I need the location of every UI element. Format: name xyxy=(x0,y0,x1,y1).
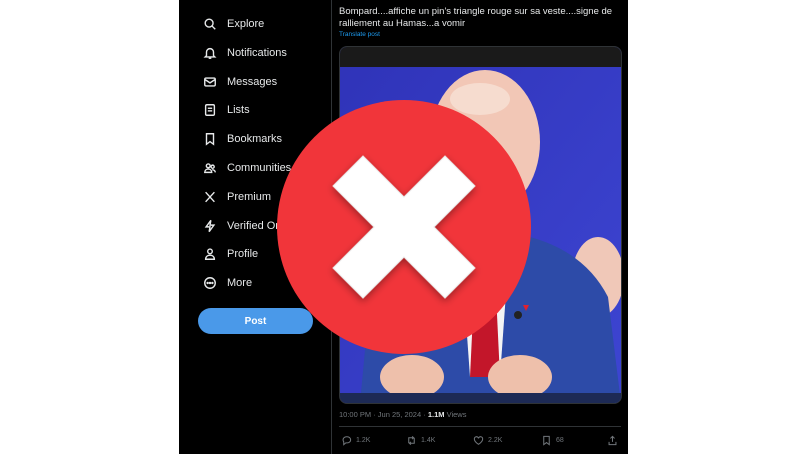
sidebar-item-label: Bookmarks xyxy=(227,133,283,145)
like-button[interactable]: 2.2K xyxy=(473,435,502,446)
repost-icon xyxy=(408,435,415,445)
sidebar-item-bookmarks[interactable]: Bookmarks xyxy=(203,128,282,150)
sidebar-item-more[interactable]: More xyxy=(203,272,252,294)
tweet-actions: 1.2K 1.4K 2.2K 68 xyxy=(339,432,621,448)
sidebar-item-explore[interactable]: Explore xyxy=(203,13,264,35)
tweet-text: Bompard....affiche un pin's triangle rou… xyxy=(339,6,613,29)
sidebar-item-label: Premium xyxy=(227,191,272,203)
reply-count: 1.2K xyxy=(356,436,371,444)
actions-divider xyxy=(339,426,621,427)
share-icon xyxy=(608,435,617,445)
sidebar-item-label: Messages xyxy=(227,76,278,88)
bell-icon xyxy=(203,47,217,59)
search-icon xyxy=(204,18,216,30)
reply-button[interactable]: 1.2K xyxy=(341,435,370,446)
x-logo-icon xyxy=(205,191,215,203)
sidebar-item-profile[interactable]: Profile xyxy=(203,243,258,265)
bookmark-count: 68 xyxy=(556,436,564,444)
more-circle-icon xyxy=(204,277,216,289)
translate-post-link[interactable]: Translate post xyxy=(339,31,380,38)
reply-icon xyxy=(342,435,352,446)
sidebar-item-label: Notifications xyxy=(227,47,287,59)
sidebar-item-notifications[interactable]: Notifications xyxy=(203,42,287,64)
heart-icon xyxy=(473,435,484,445)
sidebar-item-label: Lists xyxy=(227,104,250,116)
sidebar-item-premium[interactable]: Premium xyxy=(203,186,271,208)
sidebar-item-label: Explore xyxy=(227,18,265,30)
bookmark-icon xyxy=(543,435,550,446)
sidebar-item-label: More xyxy=(227,277,253,289)
sidebar-item-lists[interactable]: Lists xyxy=(203,99,250,121)
views-label: Views xyxy=(444,410,467,419)
red-x-circle-icon xyxy=(277,100,531,354)
bookmark-button[interactable]: 68 xyxy=(541,435,564,446)
like-count: 2.2K xyxy=(488,436,503,444)
sidebar-item-label: Profile xyxy=(227,248,259,260)
tweet-timestamp: 10:00 PM · Jun 25, 2024 · xyxy=(339,410,428,419)
people-icon xyxy=(204,163,216,174)
bookmark-icon xyxy=(205,133,215,146)
envelope-icon xyxy=(204,77,216,87)
list-icon xyxy=(204,104,216,116)
person-icon xyxy=(204,248,216,260)
repost-button[interactable]: 1.4K xyxy=(406,435,435,446)
share-button[interactable] xyxy=(607,435,618,446)
sidebar-item-messages[interactable]: Messages xyxy=(203,71,277,93)
repost-count: 1.4K xyxy=(421,436,436,444)
lightning-icon xyxy=(204,219,216,233)
views-count: 1.1M xyxy=(427,410,445,419)
tweet-metadata: 10:00 PM · Jun 25, 2024 · 1.1M Views xyxy=(339,410,466,419)
